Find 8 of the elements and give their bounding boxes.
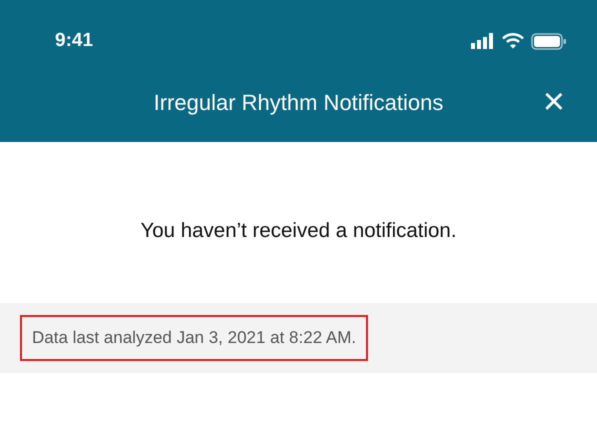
signal-icon	[471, 33, 495, 49]
status-time: 9:41	[55, 30, 94, 52]
data-analyzed-note: Data last analyzed Jan 3, 2021 at 8:22 AM.	[20, 315, 368, 361]
battery-icon	[531, 32, 567, 50]
wifi-icon	[502, 33, 524, 49]
close-button[interactable]: ×	[542, 84, 565, 120]
empty-message: You haven’t received a notification.	[139, 219, 458, 243]
screen-title: Irregular Rhythm Notifications	[154, 90, 444, 116]
